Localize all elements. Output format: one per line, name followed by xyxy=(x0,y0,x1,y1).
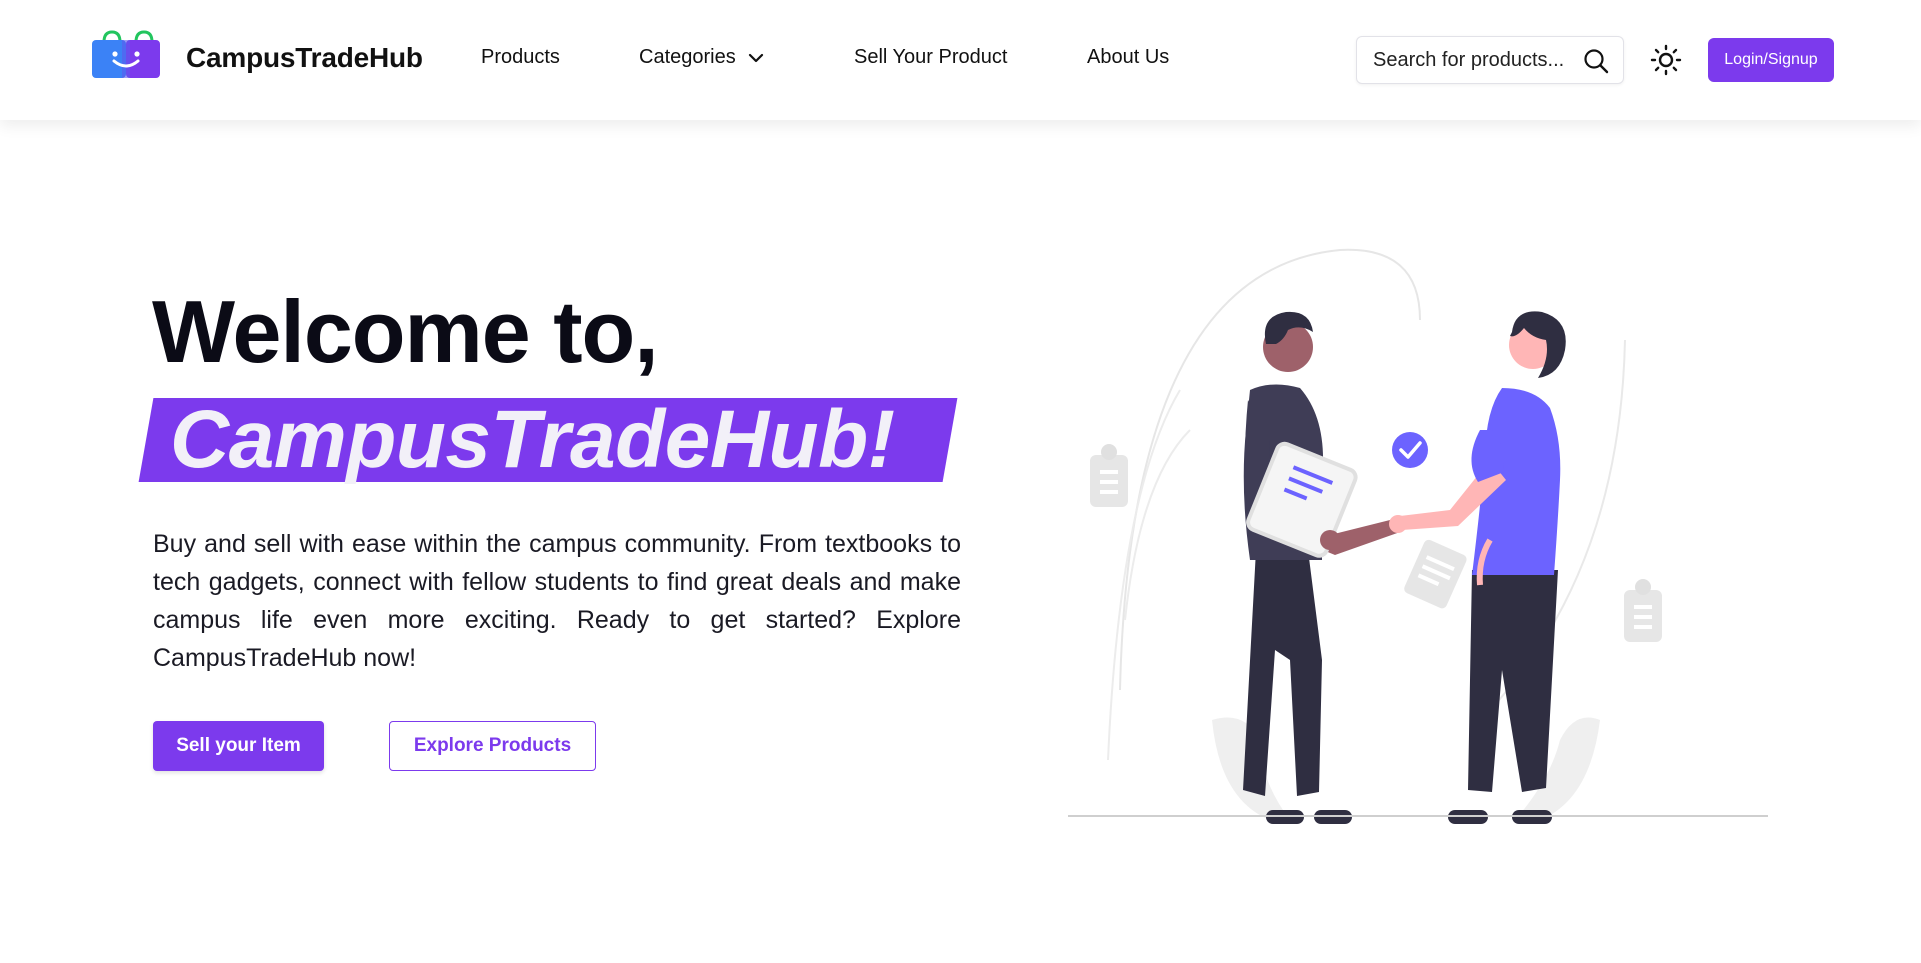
chevron-down-icon xyxy=(748,53,763,62)
handshake-illustration xyxy=(1068,248,1768,824)
search-icon[interactable] xyxy=(1583,48,1609,74)
logo-icon[interactable] xyxy=(92,30,160,78)
navbar: CampusTradeHub Products Categories Sell … xyxy=(0,0,1921,120)
hero-title: Welcome to, xyxy=(152,282,659,381)
check-badge-icon xyxy=(1392,432,1428,468)
login-signup-button[interactable]: Login/Signup xyxy=(1708,38,1834,82)
nav-about-us[interactable]: About Us xyxy=(1087,46,1169,69)
nav-products[interactable]: Products xyxy=(481,46,560,69)
paper-icon xyxy=(1404,539,1467,609)
nav-categories-label: Categories xyxy=(639,46,736,68)
search-input[interactable] xyxy=(1373,37,1573,83)
nav-sell-product[interactable]: Sell Your Product xyxy=(854,46,1007,69)
brand-name[interactable]: CampusTradeHub xyxy=(186,42,423,74)
nav-categories[interactable]: Categories xyxy=(639,46,766,69)
person-left xyxy=(1243,311,1400,824)
clipboard-right-icon xyxy=(1624,579,1662,642)
search-box xyxy=(1356,36,1624,84)
explore-products-button[interactable]: Explore Products xyxy=(389,721,596,771)
sun-icon[interactable] xyxy=(1650,44,1682,76)
hero-description: Buy and sell with ease within the campus… xyxy=(153,530,961,672)
clipboard-left-icon xyxy=(1090,444,1128,507)
sell-item-button[interactable]: Sell your Item xyxy=(153,721,324,771)
hero-brand: CampusTradeHub! xyxy=(170,394,895,485)
